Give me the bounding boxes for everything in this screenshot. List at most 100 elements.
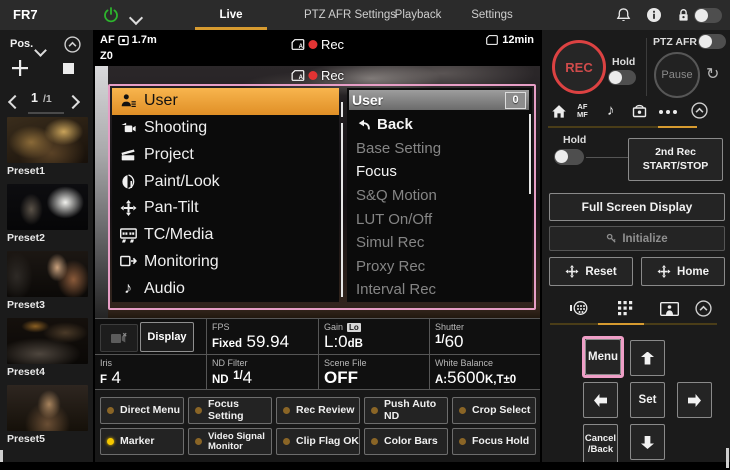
- page-next-icon[interactable]: [68, 94, 78, 112]
- home-tab-icon[interactable]: [551, 104, 567, 119]
- preset-thumbnail-4[interactable]: [7, 318, 88, 364]
- bell-icon[interactable]: [616, 7, 631, 23]
- panel-collapse-icon[interactable]: [695, 300, 712, 317]
- preset-thumbnail-1[interactable]: [7, 117, 88, 163]
- menu-scrollbar-segment[interactable]: [341, 102, 343, 117]
- assignable-push-auto-nd[interactable]: Push Auto ND: [364, 397, 448, 424]
- status-cell-nd[interactable]: ND Filter ND 1/4: [207, 355, 319, 391]
- up-button[interactable]: [630, 340, 665, 376]
- music-note-icon: ♪: [118, 281, 138, 297]
- sidebar-collapse-icon[interactable]: [64, 36, 81, 53]
- media-card-icon: A: [291, 39, 304, 50]
- menu-scrollbar[interactable]: [341, 123, 343, 297]
- menu-item-tc-media[interactable]: TC/Media: [112, 222, 339, 249]
- submenu-item-interval-rec[interactable]: Interval Rec: [349, 278, 527, 302]
- tab-ptz-afr-settings[interactable]: PTZ AFR Settings: [300, 0, 400, 30]
- preset-thumbnail-5[interactable]: [7, 385, 88, 431]
- stop-button[interactable]: [63, 63, 74, 74]
- rec-label: Rec: [321, 37, 344, 52]
- preset-thumbnail-2[interactable]: [7, 184, 88, 230]
- menu-item-paint-look[interactable]: Paint/Look: [112, 168, 339, 195]
- menu-item-shooting[interactable]: Shooting: [112, 115, 339, 142]
- submenu-item-proxy-rec[interactable]: Proxy Rec: [349, 255, 527, 279]
- initialize-icon: [606, 233, 617, 244]
- assignable-marker[interactable]: Marker: [100, 428, 184, 455]
- status-cell-fps[interactable]: FPS Fixed 59.94: [207, 319, 319, 355]
- group-chevron-down-icon[interactable]: [36, 42, 45, 60]
- assignable-color-bars[interactable]: Color Bars: [364, 428, 448, 455]
- status-cell-shutter[interactable]: Shutter 1/60: [430, 319, 540, 355]
- ptz-afr-toggle[interactable]: [698, 34, 726, 49]
- submenu-item-lut[interactable]: LUT On/Off: [349, 207, 527, 231]
- assign-lamp: [371, 438, 378, 445]
- sidebar-scrollbar[interactable]: [0, 450, 3, 462]
- status-cell-gain[interactable]: GainLo L:0dB: [319, 319, 430, 355]
- submenu-item-back[interactable]: Back: [349, 113, 527, 137]
- window-scrollbar[interactable]: [726, 448, 729, 468]
- down-button[interactable]: [630, 424, 665, 460]
- second-rec-hold-toggle[interactable]: [554, 149, 584, 165]
- camcorder-tab-icon[interactable]: [631, 103, 648, 119]
- panel-collapse-icon[interactable]: [691, 102, 708, 119]
- bottom-edge: [0, 462, 730, 470]
- assignable-clip-flag-ok[interactable]: Clip Flag OK: [276, 428, 360, 455]
- set-button[interactable]: Set: [630, 382, 665, 418]
- menu-item-audio[interactable]: ♪ Audio: [112, 275, 339, 302]
- rec-indicator: A Rec: [291, 37, 344, 52]
- restart-icon[interactable]: ↻: [706, 64, 719, 84]
- assignable-focus-setting[interactable]: Focus Setting: [188, 397, 272, 424]
- full-screen-button[interactable]: Full Screen Display: [549, 193, 725, 221]
- tab-playback[interactable]: Playback: [392, 0, 444, 30]
- right-button[interactable]: [677, 382, 712, 418]
- pause-button[interactable]: Pause: [654, 52, 700, 98]
- rec-button[interactable]: REC: [552, 40, 606, 94]
- tab-live[interactable]: Live: [195, 0, 267, 30]
- status-cell-wb[interactable]: White Balance A:5600K,T±0: [430, 355, 540, 391]
- preset-sidebar: Pos. 1 /1 Preset1 Preset2 Preset3 Preset…: [0, 30, 93, 462]
- auto-framing-tab-icon[interactable]: [660, 302, 679, 316]
- add-preset-button[interactable]: [10, 58, 30, 78]
- submenu-scrollbar[interactable]: [529, 114, 531, 194]
- power-icon[interactable]: [103, 7, 119, 23]
- left-button[interactable]: [583, 382, 618, 418]
- pan-tilt-reset-button[interactable]: Reset: [549, 257, 633, 286]
- menu-button[interactable]: Menu: [585, 339, 621, 375]
- assignable-rec-review[interactable]: Rec Review: [276, 397, 360, 424]
- fps-value: 59.94: [247, 332, 290, 351]
- display-button[interactable]: Display: [140, 322, 194, 352]
- assignable-focus-hold[interactable]: Focus Hold: [452, 428, 536, 455]
- stream-off-button[interactable]: [100, 324, 138, 352]
- af-mf-tab-icon[interactable]: AF MF: [577, 103, 588, 120]
- menu-item-pan-tilt[interactable]: Pan-Tilt: [112, 195, 339, 222]
- page-prev-icon[interactable]: [10, 94, 20, 112]
- cancel-back-button[interactable]: Cancel/Back: [583, 424, 618, 464]
- initialize-button[interactable]: Initialize: [549, 226, 725, 251]
- assignable-direct-menu[interactable]: Direct Menu: [100, 397, 184, 424]
- others-grid-tab-icon[interactable]: [618, 301, 633, 316]
- submenu-item-sq-motion[interactable]: S&Q Motion: [349, 184, 527, 208]
- submenu-item-focus[interactable]: Focus: [349, 160, 527, 184]
- video-left-highlight: [95, 66, 108, 318]
- second-rec-button[interactable]: 2nd RecSTART/STOP: [628, 138, 723, 181]
- menu-item-user[interactable]: User: [112, 88, 339, 115]
- submenu-item-base-setting[interactable]: Base Setting: [349, 137, 527, 161]
- status-cell-iris[interactable]: Iris F 4: [95, 355, 207, 391]
- preset-thumbnail-3[interactable]: [7, 251, 88, 297]
- assignable-video-signal-monitor[interactable]: Video Signal Monitor: [188, 428, 272, 455]
- tab-settings[interactable]: Settings: [464, 0, 520, 30]
- lock-toggle[interactable]: [694, 8, 722, 23]
- rec-hold-toggle[interactable]: [608, 70, 636, 85]
- menu-item-monitoring[interactable]: Monitoring: [112, 249, 339, 276]
- menu-item-project[interactable]: Project: [112, 142, 339, 169]
- fps-label: FPS: [212, 322, 318, 332]
- preset-group-select[interactable]: Pos.: [10, 38, 33, 50]
- audio-tab-icon[interactable]: ♪: [607, 102, 615, 119]
- ptz-trace-tab-icon[interactable]: [570, 300, 589, 316]
- submenu-item-simul-rec[interactable]: Simul Rec: [349, 231, 527, 255]
- more-tab-icon[interactable]: [659, 110, 677, 114]
- info-icon[interactable]: [646, 7, 662, 23]
- status-cell-scene[interactable]: Scene File OFF: [319, 355, 430, 391]
- pan-tilt-home-button[interactable]: Home: [641, 257, 725, 286]
- chevron-down-icon[interactable]: [131, 10, 141, 28]
- assignable-crop-select[interactable]: Crop Select: [452, 397, 536, 424]
